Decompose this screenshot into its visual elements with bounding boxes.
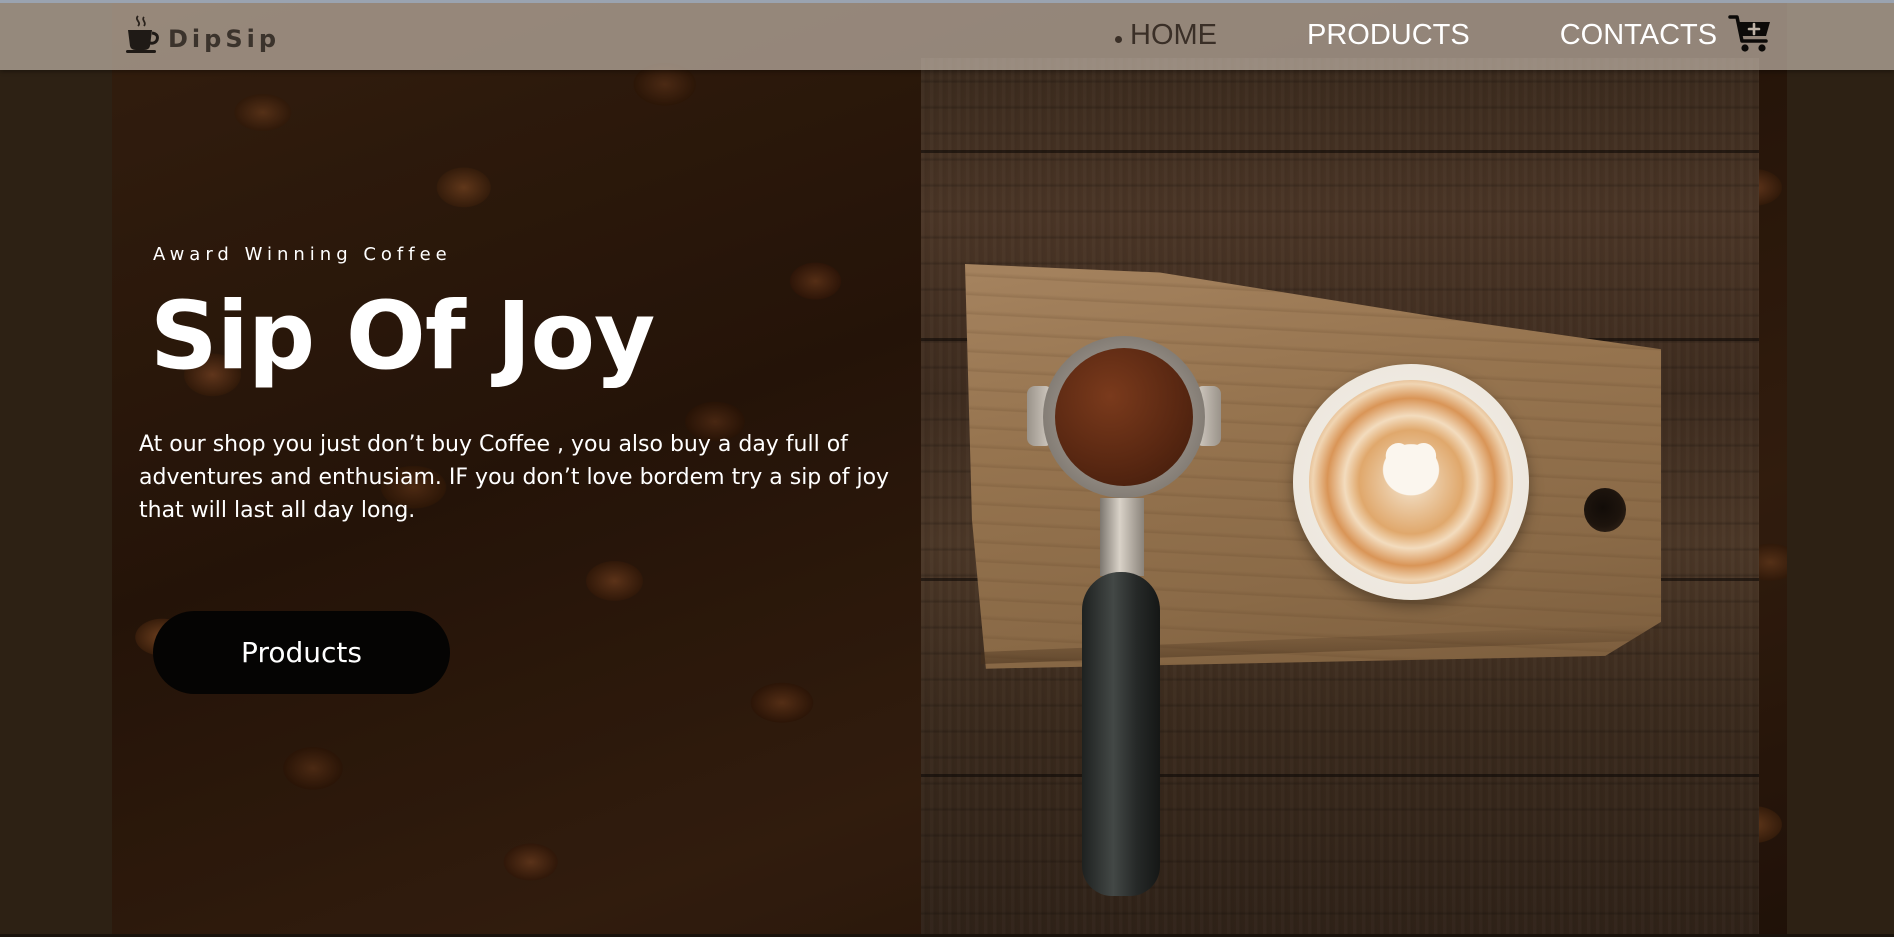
brand-name: DipSip	[168, 25, 281, 53]
nav-home-label: HOME	[1130, 18, 1217, 51]
brand-logo[interactable]: DipSip	[124, 11, 280, 57]
nav-home[interactable]: HOME	[1112, 19, 1217, 52]
top-navbar: DipSip HOME PRODUCTS CONTACTS	[0, 0, 1894, 70]
hero-headline: Sip Of Joy	[150, 282, 655, 391]
main-nav: HOME PRODUCTS CONTACTS	[1112, 15, 1807, 55]
nav-contacts-label: CONTACTS	[1559, 18, 1718, 51]
coffee-grounds	[1055, 348, 1193, 486]
nav-products[interactable]: PRODUCTS	[1307, 19, 1470, 52]
landing-page: ♥ DipSip HOME PRODUCTS CONTACTS Award Wi…	[0, 0, 1894, 937]
hero-subtitle: Award Winning Coffee	[153, 244, 452, 265]
active-indicator-dot	[1115, 35, 1122, 43]
nav-contacts[interactable]: CONTACTS	[1560, 19, 1717, 52]
portafilter-neck	[1100, 498, 1144, 576]
board-hole	[1584, 488, 1626, 532]
latte-heart-icon: ♥	[1379, 429, 1443, 511]
products-button[interactable]: Products	[153, 611, 450, 694]
cart-plus-icon[interactable]	[1728, 13, 1774, 55]
plank-seam	[921, 774, 1759, 777]
coffee-cup-icon	[126, 15, 159, 53]
nav-products-label: PRODUCTS	[1307, 18, 1470, 51]
latte-photo: ♥	[921, 58, 1759, 937]
portafilter-handle	[1082, 572, 1160, 896]
hero-description: At our shop you just don’t buy Coffee , …	[139, 432, 890, 523]
plank-seam	[921, 150, 1759, 153]
